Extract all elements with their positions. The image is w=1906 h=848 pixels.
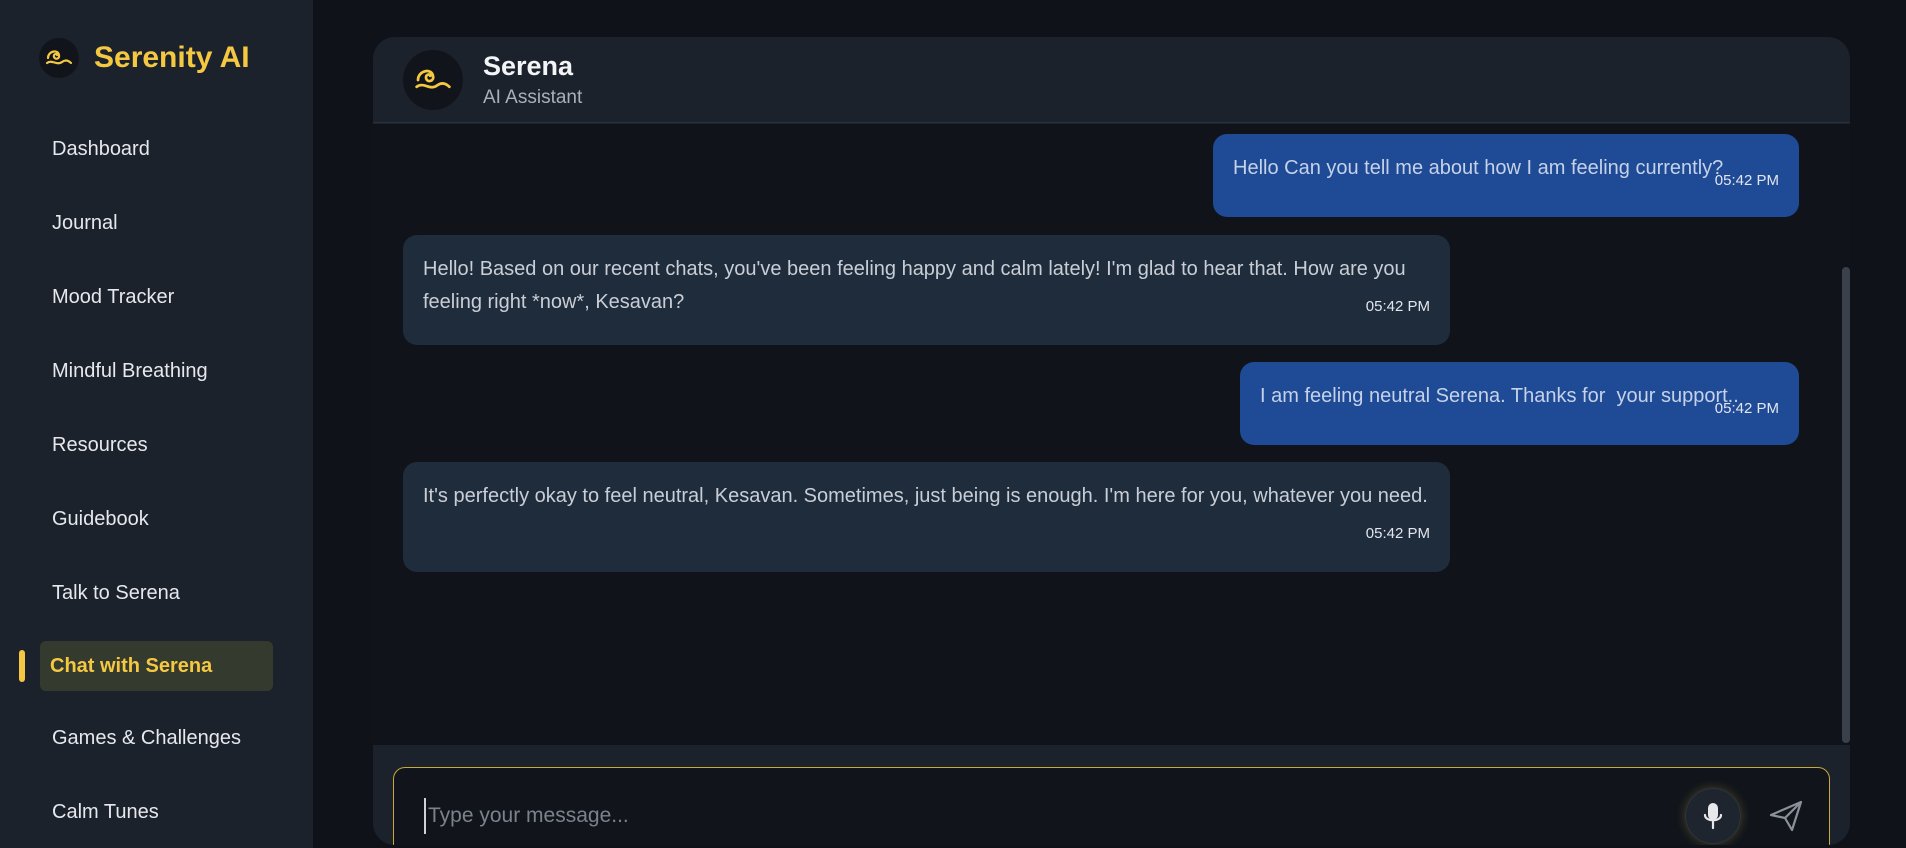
avatar <box>403 50 463 110</box>
send-icon <box>1769 800 1803 832</box>
mic-button[interactable] <box>1685 788 1741 844</box>
message-text: It's perfectly okay to feel neutral, Kes… <box>423 485 1428 507</box>
wave-icon <box>39 38 79 78</box>
send-button[interactable] <box>1764 794 1808 838</box>
sidebar-item-chat-with-serena[interactable]: Chat with Serena <box>40 641 273 691</box>
sidebar-item-mindful-breathing[interactable]: Mindful Breathing <box>52 360 208 383</box>
sidebar: Serenity AI Dashboard Journal Mood Track… <box>0 0 313 848</box>
wave-icon <box>415 69 451 89</box>
chat-header: Serena AI Assistant <box>373 37 1850 123</box>
sidebar-item-games-challenges[interactable]: Games & Challenges <box>52 727 241 750</box>
message-bubble-assistant: Hello! Based on our recent chats, you've… <box>403 235 1450 345</box>
scrollbar[interactable] <box>1842 267 1850 743</box>
message-input[interactable] <box>424 798 1624 834</box>
assistant-role: AI Assistant <box>483 87 583 108</box>
message-text: I am feeling neutral Serena. Thanks for … <box>1260 385 1739 407</box>
sidebar-item-guidebook[interactable]: Guidebook <box>52 508 149 531</box>
composer <box>393 767 1830 845</box>
assistant-name: Serena <box>483 51 574 81</box>
brand[interactable]: Serenity AI <box>39 38 250 78</box>
message-time: 05:42 PM <box>1365 525 1430 542</box>
message-list[interactable]: Hello Can you tell me about how I am fee… <box>373 124 1850 745</box>
active-indicator <box>19 650 25 682</box>
sidebar-item-talk-to-serena[interactable]: Talk to Serena <box>52 582 180 605</box>
message-time: 05:42 PM <box>1365 298 1430 315</box>
message-bubble-user: Hello Can you tell me about how I am fee… <box>1213 134 1799 217</box>
message-bubble-user: I am feeling neutral Serena. Thanks for … <box>1240 362 1799 445</box>
microphone-icon <box>1703 803 1723 830</box>
message-time: 05:42 PM <box>1714 172 1779 189</box>
composer-area <box>373 745 1850 845</box>
message-text: Hello! Based on our recent chats, you've… <box>423 258 1406 313</box>
brand-name: Serenity AI <box>94 41 250 74</box>
chat-panel: Serena AI Assistant Hello Can you tell m… <box>373 37 1850 845</box>
message-text: Hello Can you tell me about how I am fee… <box>1233 157 1724 179</box>
sidebar-item-resources[interactable]: Resources <box>52 434 148 457</box>
sidebar-item-mood-tracker[interactable]: Mood Tracker <box>52 286 174 309</box>
sidebar-item-journal[interactable]: Journal <box>52 212 118 235</box>
message-time: 05:42 PM <box>1714 400 1779 417</box>
sidebar-item-calm-tunes[interactable]: Calm Tunes <box>52 801 159 824</box>
sidebar-item-dashboard[interactable]: Dashboard <box>52 138 150 161</box>
message-bubble-assistant: It's perfectly okay to feel neutral, Kes… <box>403 462 1450 572</box>
